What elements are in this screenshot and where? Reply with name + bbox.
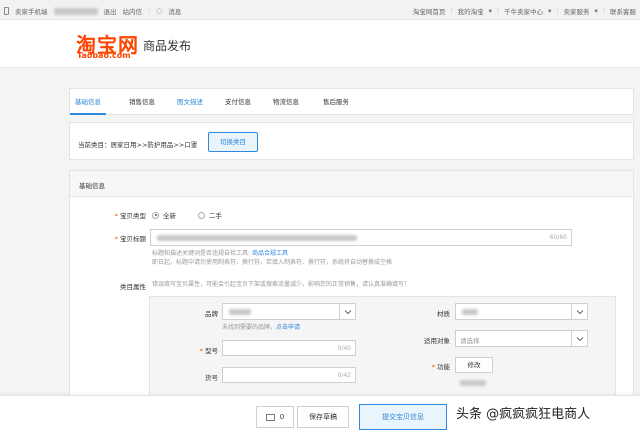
radio-unchecked-icon bbox=[198, 211, 205, 219]
inbox-link[interactable]: 站内信 bbox=[123, 6, 143, 16]
section-tabs: 基础信息 销售信息 图文描述 支付信息 物流信息 售后服务 bbox=[69, 88, 634, 115]
envelope-icon bbox=[265, 413, 275, 421]
seller-service-link[interactable]: 卖家服务 bbox=[564, 6, 590, 16]
save-draft-button[interactable]: 保存草稿 bbox=[297, 406, 349, 428]
item-title-input[interactable]: 60/60 bbox=[150, 229, 572, 246]
brand-label: 品牌 bbox=[205, 310, 218, 318]
tab-sales-info[interactable]: 销售信息 bbox=[120, 89, 164, 115]
top-bar-left: 卖家手机端 退出 站内信 | ◌ 消息 bbox=[4, 6, 181, 16]
model-label: * 型号 bbox=[199, 347, 218, 355]
title-hint: 标题和描述关键词是否违规自检工具: 商品合规工具 即日起，标题中请勿使用制表符、… bbox=[152, 250, 393, 266]
seller-center-link[interactable]: 千牛卖家中心 bbox=[504, 6, 543, 16]
message-count: 0 bbox=[279, 413, 285, 421]
divider: | bbox=[450, 7, 453, 15]
item-title-label: * 宝贝标题 bbox=[114, 235, 146, 243]
audience-placeholder: 请选择 bbox=[460, 337, 480, 345]
form-section-title: 基础信息 bbox=[79, 182, 105, 190]
chevron-down-icon: ▾ bbox=[548, 7, 552, 15]
message-button[interactable]: 0 bbox=[256, 406, 294, 428]
divider: | bbox=[496, 7, 500, 15]
item-no-counter: 0/42 bbox=[337, 372, 351, 379]
my-taobao-link[interactable]: 我的淘宝 bbox=[458, 6, 484, 16]
seller-phone-link[interactable]: 卖家手机端 bbox=[15, 6, 48, 16]
tab-after-sales[interactable]: 售后服务 bbox=[314, 89, 358, 115]
watermark-text: 头条 @疯疯疯狂电商人 bbox=[456, 407, 591, 422]
audience-select[interactable]: 请选择 bbox=[455, 330, 588, 347]
bottom-action-bar: 0 保存草稿 提交宝贝信息 头条 @疯疯疯狂电商人 bbox=[0, 395, 640, 438]
brand-hint: 未找到需要的品牌，点击申请 bbox=[222, 324, 301, 331]
brand-value-redacted bbox=[229, 309, 251, 315]
top-bar: 卖家手机端 退出 站内信 | ◌ 消息 淘宝网首页 | 我的淘宝 ▾ | 千牛卖… bbox=[0, 0, 640, 20]
taobao-logo-en: Taobao.com bbox=[77, 51, 131, 60]
switch-category-button[interactable]: 切换类目 bbox=[208, 132, 258, 152]
model-input[interactable]: 0/40 bbox=[222, 340, 356, 356]
contact-service-link[interactable]: 联系客服 bbox=[610, 6, 636, 16]
tab-description[interactable]: 图文描述 bbox=[168, 89, 212, 115]
logout-link[interactable]: 退出 bbox=[104, 6, 117, 16]
item-no-input[interactable]: 0/42 bbox=[222, 367, 356, 383]
audience-label: 适用对象 bbox=[424, 337, 450, 345]
item-type-new-radio[interactable]: 全新 bbox=[152, 210, 176, 220]
username-redacted bbox=[53, 7, 98, 15]
chevron-down-icon bbox=[571, 331, 587, 346]
taobao-home-link[interactable]: 淘宝网首页 bbox=[413, 6, 446, 16]
title-text-redacted bbox=[157, 235, 357, 241]
top-bar-right: 淘宝网首页 | 我的淘宝 ▾ | 千牛卖家中心 ▾ | 卖家服务 ▾ | 联系客… bbox=[413, 6, 636, 16]
current-category: 当前类目：居家日用>>防护用品>>口罩 bbox=[78, 141, 198, 149]
material-select[interactable] bbox=[455, 303, 588, 320]
chevron-down-icon: ▾ bbox=[488, 7, 492, 15]
divider: | bbox=[556, 7, 559, 15]
form-section-header: 基础信息 bbox=[70, 171, 633, 197]
function-modify-button[interactable]: 修改 bbox=[455, 357, 493, 373]
attributes-label: 类目属性 bbox=[120, 283, 146, 291]
divider: | bbox=[602, 7, 605, 15]
title-counter: 60/60 bbox=[549, 234, 567, 241]
item-no-label: 货号 bbox=[205, 374, 218, 382]
item-type-used-radio[interactable]: 二手 bbox=[198, 210, 222, 220]
material-value-redacted bbox=[462, 309, 478, 315]
item-type-label: * 宝贝类型 bbox=[114, 212, 146, 220]
category-panel: 当前类目：居家日用>>防护用品>>口罩 切换类目 bbox=[69, 122, 634, 160]
material-label: 材质 bbox=[437, 310, 450, 318]
submit-item-button[interactable]: 提交宝贝信息 bbox=[359, 404, 447, 430]
function-label: * 功能 bbox=[431, 363, 450, 371]
tab-basic-info[interactable]: 基础信息 bbox=[70, 89, 106, 115]
tab-payment-info[interactable]: 支付信息 bbox=[216, 89, 260, 115]
tab-logistics-info[interactable]: 物流信息 bbox=[264, 89, 308, 115]
page-title: 商品发布 bbox=[143, 39, 192, 53]
phone-icon bbox=[4, 7, 9, 15]
attributes-warning: 错误填写宝贝属性，可能会引起宝贝下架或搜索流量减少，影响您的正常销售，请认真准确… bbox=[152, 281, 411, 288]
chevron-down-icon bbox=[339, 304, 355, 319]
radio-checked-icon bbox=[152, 211, 159, 219]
model-counter: 0/40 bbox=[337, 345, 351, 352]
function-values-redacted bbox=[460, 380, 486, 386]
compliance-tool-link[interactable]: 商品合规工具 bbox=[252, 250, 288, 257]
divider: | bbox=[148, 7, 151, 15]
page-header: 淘宝网 Taobao.com 商品发布 bbox=[0, 20, 640, 68]
messages-link[interactable]: 消息 bbox=[168, 6, 181, 16]
brand-select[interactable] bbox=[222, 303, 356, 320]
chevron-down-icon: ▾ bbox=[594, 7, 598, 15]
bell-icon: ◌ bbox=[156, 7, 163, 15]
chevron-down-icon bbox=[571, 304, 587, 319]
apply-brand-link[interactable]: 点击申请 bbox=[276, 324, 300, 331]
